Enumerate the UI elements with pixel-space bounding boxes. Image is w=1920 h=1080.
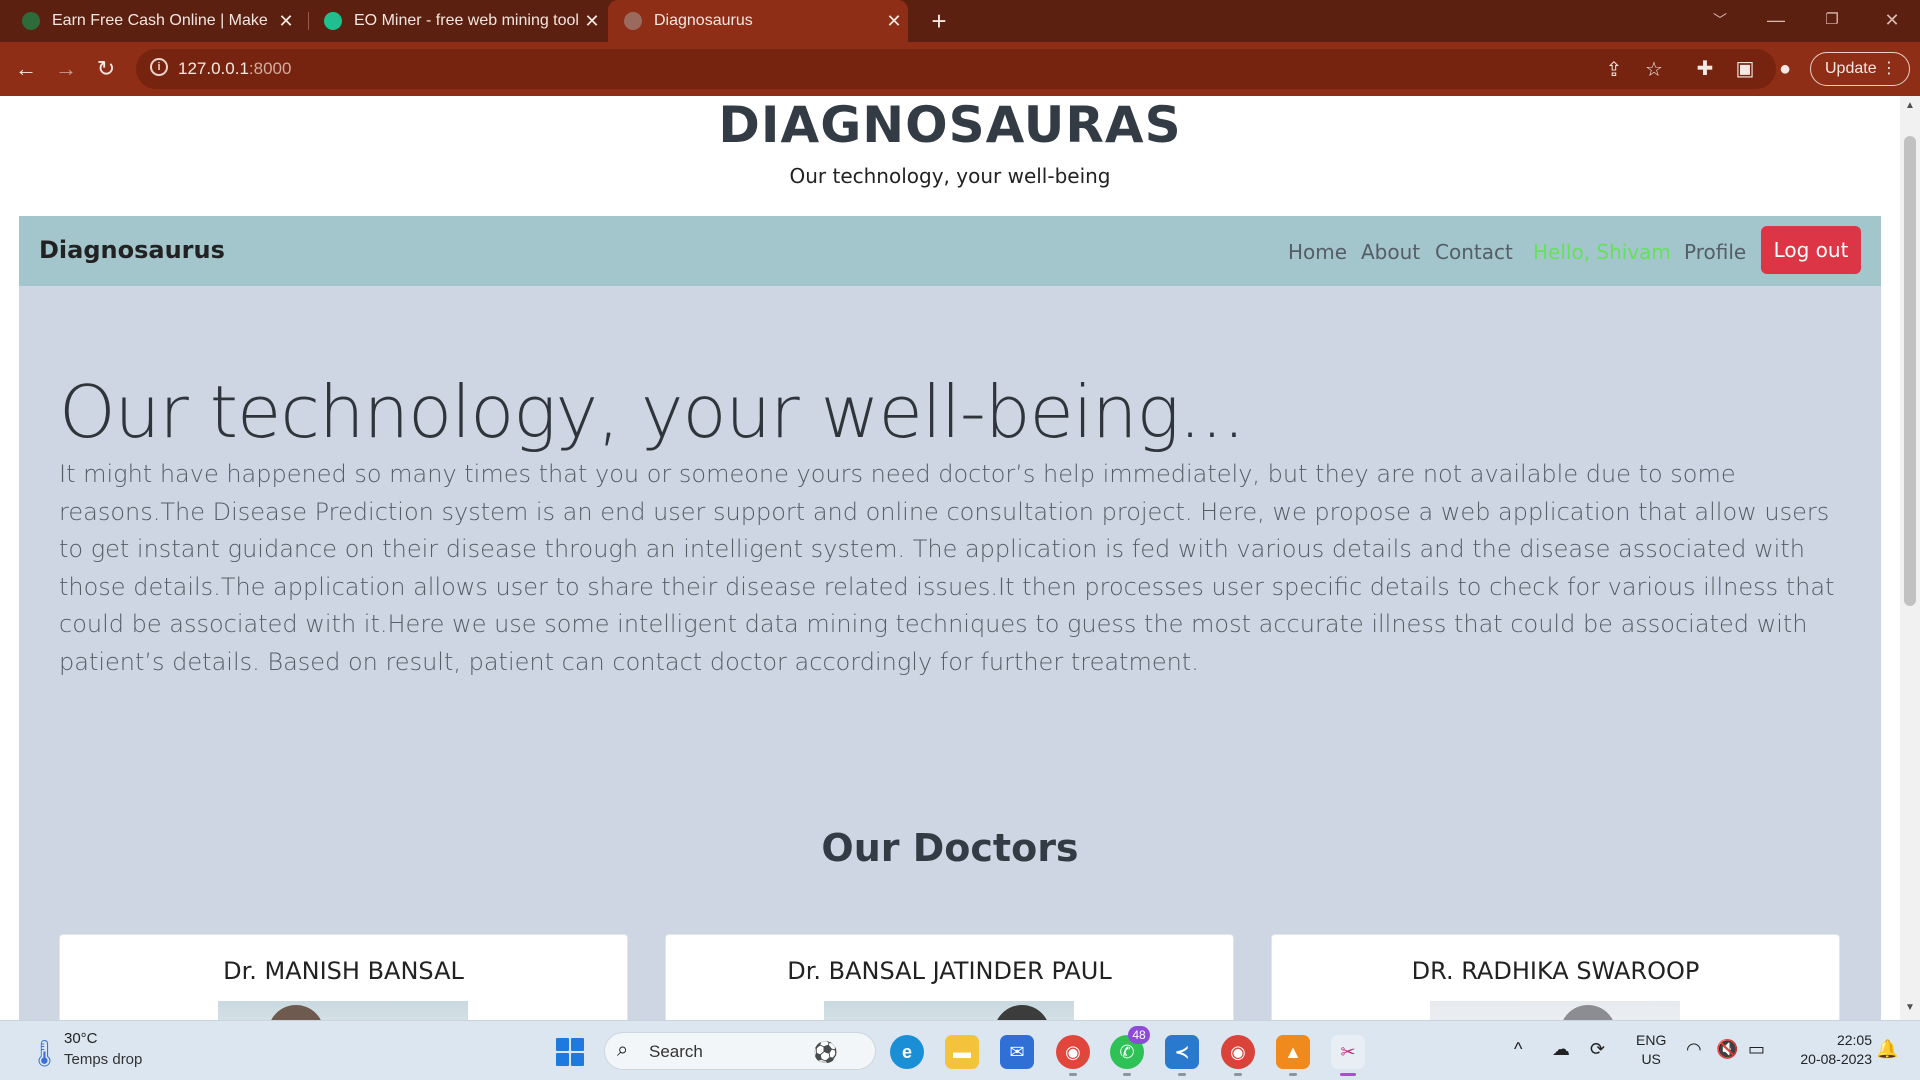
running-indicator: [1123, 1073, 1131, 1076]
hero-section: Our technology, your well-being... It mi…: [19, 286, 1881, 1020]
thermometer-icon[interactable]: 🌡: [28, 1038, 61, 1069]
taskbar-search-box[interactable]: ⌕ Search ⚽: [604, 1032, 876, 1070]
site-info-icon[interactable]: i: [150, 58, 168, 76]
whatsapp-unread-badge: 48: [1128, 1026, 1150, 1044]
site-favicon-icon: [22, 12, 40, 30]
windows-taskbar: 🌡 30°C Temps drop ⌕ Search ⚽ e ▬ ✉ ◉ ✆ 4…: [0, 1020, 1920, 1080]
running-indicator: [1178, 1073, 1186, 1076]
system-clock[interactable]: 22:05 20-08-2023: [1782, 1031, 1872, 1069]
hero-heading: Our technology, your well-being...: [59, 370, 1245, 454]
back-arrow-icon[interactable]: ←: [10, 53, 42, 85]
reload-icon[interactable]: ↻: [90, 53, 122, 85]
tab-eo-miner[interactable]: EO Miner - free web mining tool ✕: [300, 0, 606, 42]
tab-earn-free-cash[interactable]: Earn Free Cash Online | Make Ext ✕: [0, 0, 300, 42]
search-icon: ⌕: [617, 1039, 629, 1061]
minimize-window-button[interactable]: —: [1748, 0, 1804, 42]
update-button[interactable]: Update ⋮: [1810, 52, 1910, 86]
doctor-name: Dr. BANSAL JATINDER PAUL: [787, 957, 1112, 985]
search-label: Search: [649, 1042, 703, 1061]
language-label: ENG: [1636, 1032, 1667, 1048]
file-explorer-icon[interactable]: ▬: [945, 1035, 979, 1069]
address-bar[interactable]: i 127.0.0.1:8000 ⇪ ☆: [136, 49, 1776, 89]
active-indicator: [1340, 1073, 1356, 1076]
tab-title: Diagnosaurus: [654, 12, 753, 29]
page-viewport: DIAGNOSAURAS Our technology, your well-b…: [0, 96, 1900, 1020]
new-tab-button[interactable]: +: [924, 6, 954, 36]
tab-title: EO Miner - free web mining tool: [354, 12, 578, 29]
speaker-muted-icon[interactable]: 🔇: [1716, 1039, 1738, 1060]
weather-temperature[interactable]: 30°C: [64, 1030, 98, 1047]
nav-contact-link[interactable]: Contact: [1435, 240, 1513, 264]
nav-home-link[interactable]: Home: [1288, 240, 1347, 264]
scrollbar-thumb[interactable]: [1904, 136, 1916, 606]
doctor-card[interactable]: DR. RADHIKA SWAROOP: [1271, 934, 1840, 1020]
doctor-photo: [1430, 1001, 1680, 1020]
bookmark-star-icon[interactable]: ☆: [1642, 58, 1666, 82]
extensions-puzzle-icon[interactable]: ✚: [1692, 56, 1718, 82]
running-indicator: [1069, 1073, 1077, 1076]
tab-search-icon[interactable]: ﹀: [1692, 0, 1748, 42]
site-subtitle: Our technology, your well-being: [789, 164, 1111, 188]
side-panel-icon[interactable]: ▣: [1732, 56, 1758, 82]
site-navbar: Diagnosaurus Home About Contact Hello, S…: [19, 216, 1881, 286]
profile-avatar-icon[interactable]: ●: [1772, 56, 1798, 82]
page-scrollbar[interactable]: ▲ ▼: [1900, 96, 1920, 1020]
wifi-icon[interactable]: ◠: [1686, 1039, 1702, 1060]
site-favicon-icon: [324, 12, 342, 30]
windows-start-icon[interactable]: [556, 1038, 584, 1066]
scroll-down-icon[interactable]: ▼: [1900, 1002, 1920, 1013]
browser-toolbar: ← → ↻ i 127.0.0.1:8000 ⇪ ☆ ✚ ▣ ● Update …: [0, 42, 1920, 96]
vlc-icon[interactable]: ▲: [1276, 1035, 1310, 1069]
doctor-photo: [824, 1001, 1074, 1020]
input-language-indicator[interactable]: ENG US: [1636, 1031, 1666, 1069]
doctor-card[interactable]: Dr. MANISH BANSAL: [59, 934, 628, 1020]
site-title: DIAGNOSAURAS: [718, 96, 1182, 154]
navbar-brand[interactable]: Diagnosaurus: [39, 236, 225, 264]
tab-diagnosaurus[interactable]: Diagnosaurus ✕: [608, 0, 908, 42]
close-window-button[interactable]: ✕: [1864, 0, 1920, 42]
notifications-icon[interactable]: 🔔: [1876, 1039, 1898, 1060]
doctor-photo: [218, 1001, 468, 1020]
forward-arrow-icon[interactable]: →: [50, 53, 82, 85]
edge-browser-icon[interactable]: e: [890, 1035, 924, 1069]
chrome-icon[interactable]: ◉: [1056, 1035, 1090, 1069]
doctor-name: Dr. MANISH BANSAL: [223, 957, 464, 985]
show-hidden-icons-chevron-icon[interactable]: ^: [1514, 1039, 1522, 1060]
tab-title: Earn Free Cash Online | Make Ext: [52, 12, 272, 29]
scroll-up-icon[interactable]: ▲: [1900, 100, 1920, 111]
battery-icon[interactable]: ▭: [1748, 1039, 1765, 1060]
close-tab-icon[interactable]: ✕: [272, 11, 300, 32]
logout-button[interactable]: Log out: [1761, 226, 1861, 274]
clock-date: 20-08-2023: [1800, 1051, 1872, 1067]
share-icon[interactable]: ⇪: [1602, 58, 1626, 82]
restore-window-button[interactable]: ❐: [1804, 0, 1860, 42]
nav-about-link[interactable]: About: [1361, 240, 1420, 264]
nav-profile-link[interactable]: Profile: [1684, 240, 1746, 264]
browser-tab-bar: Earn Free Cash Online | Make Ext ✕ EO Mi…: [0, 0, 1920, 42]
weather-description[interactable]: Temps drop: [64, 1051, 142, 1068]
running-indicator: [1289, 1073, 1297, 1076]
region-label: US: [1641, 1051, 1661, 1067]
close-tab-icon[interactable]: ✕: [578, 11, 606, 32]
running-indicator: [1234, 1073, 1242, 1076]
update-label: Update: [1825, 60, 1877, 77]
address-bar-url: 127.0.0.1:8000: [178, 59, 292, 78]
user-greeting: Hello, Shivam: [1533, 240, 1671, 264]
doctors-heading: Our Doctors: [821, 826, 1079, 870]
chrome-profile-icon[interactable]: ◉: [1221, 1035, 1255, 1069]
close-tab-icon[interactable]: ✕: [880, 11, 908, 32]
mail-icon[interactable]: ✉: [1000, 1035, 1034, 1069]
search-highlight-icon: ⚽: [813, 1042, 838, 1064]
hero-description: It might have happened so many times tha…: [59, 460, 1835, 676]
more-menu-icon[interactable]: ⋮: [1881, 53, 1897, 85]
sync-icon[interactable]: ⟳: [1590, 1039, 1605, 1060]
onedrive-cloud-icon[interactable]: ☁: [1552, 1039, 1570, 1060]
vscode-icon[interactable]: ≺: [1165, 1035, 1199, 1069]
snipping-tool-icon[interactable]: ✂: [1331, 1035, 1365, 1069]
globe-icon: [624, 12, 642, 30]
clock-time: 22:05: [1836, 1032, 1872, 1048]
doctor-card[interactable]: Dr. BANSAL JATINDER PAUL: [665, 934, 1234, 1020]
doctor-name: DR. RADHIKA SWAROOP: [1411, 957, 1700, 985]
